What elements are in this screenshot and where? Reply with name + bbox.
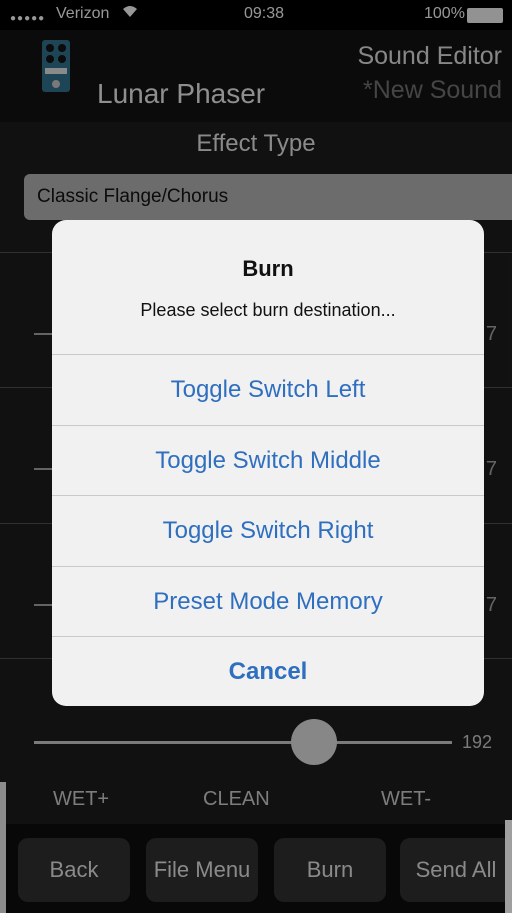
cancel-button[interactable]: Cancel (52, 636, 484, 706)
preset-mode-memory-button[interactable]: Preset Mode Memory (52, 566, 484, 636)
dialog-message: Please select burn destination... (140, 300, 396, 320)
sound-editor-screen: ●●●●● Verizon 09:38 100% Lunar Phaser So… (0, 0, 512, 913)
burn-dialog: Burn Please select burn destination... T… (52, 220, 484, 706)
toggle-switch-left-button[interactable]: Toggle Switch Left (52, 354, 484, 424)
toggle-switch-right-button[interactable]: Toggle Switch Right (52, 495, 484, 565)
toggle-switch-middle-button[interactable]: Toggle Switch Middle (52, 425, 484, 495)
dialog-title: Burn (242, 256, 294, 281)
